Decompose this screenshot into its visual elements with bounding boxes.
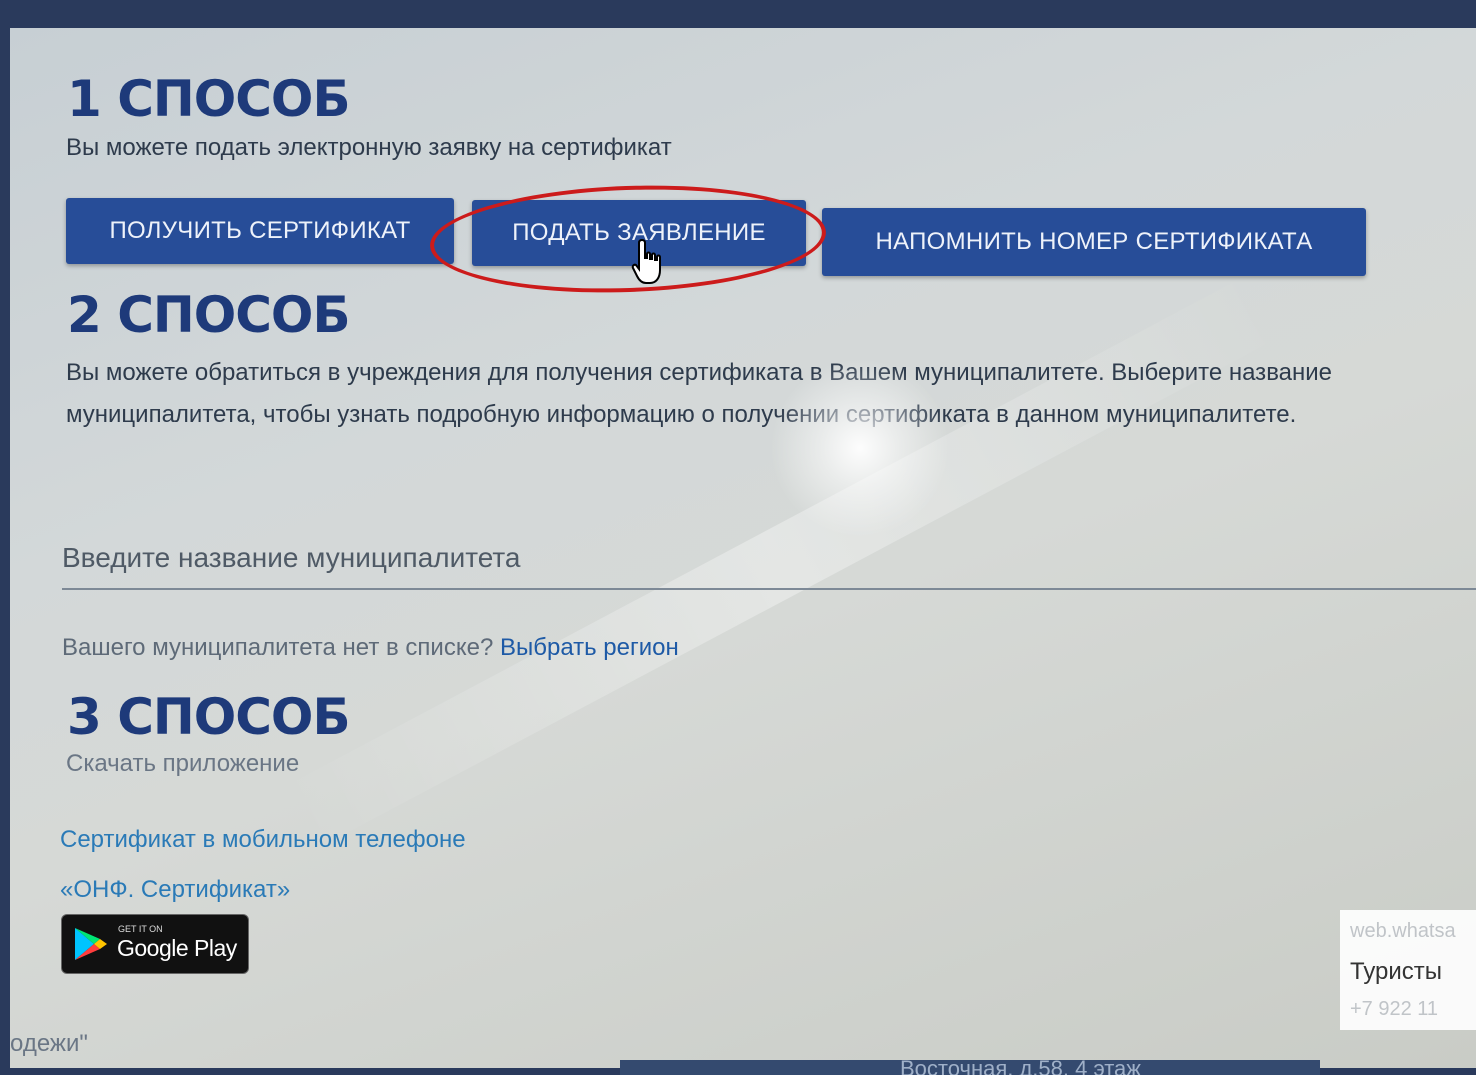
footer-strip: Восточная, д.58, 4 этаж bbox=[620, 1060, 1320, 1075]
chat-popup[interactable]: web.whatsa Туристы +7 922 11 bbox=[1340, 910, 1476, 1030]
red-highlight-circle bbox=[428, 179, 828, 299]
mobile-certificate-link[interactable]: Сертификат в мобильном телефоне bbox=[60, 826, 466, 854]
municipality-search-input[interactable] bbox=[62, 528, 1476, 590]
method-3-title: 3 СПОСОБ bbox=[67, 688, 351, 746]
method-2-description: Вы можете обратиться в учреждения для по… bbox=[66, 359, 1333, 428]
hand-cursor-icon bbox=[631, 238, 661, 284]
chat-phone: +7 922 11 bbox=[1350, 998, 1439, 1020]
google-play-badge[interactable]: GET IT ON Google Play bbox=[61, 914, 249, 974]
google-play-icon bbox=[75, 928, 107, 960]
chat-domain: web.whatsa bbox=[1350, 920, 1456, 942]
municipality-missing-line: Вашего муниципалитета нет в списке? Выбр… bbox=[62, 634, 679, 662]
footer-left-text: одежи" bbox=[10, 1030, 88, 1057]
chat-name: Туристы bbox=[1350, 958, 1443, 985]
method-2-title: 2 СПОСОБ bbox=[67, 286, 351, 344]
method-1-description: Вы можете подать электронную заявку на с… bbox=[66, 134, 672, 161]
choose-region-link[interactable]: Выбрать регион bbox=[500, 634, 679, 661]
method-3-description: Скачать приложение bbox=[66, 750, 300, 777]
badge-small-text: GET IT ON bbox=[118, 924, 163, 934]
remind-certificate-number-button[interactable]: НАПОМНИТЬ НОМЕР СЕРТИФИКАТА bbox=[822, 208, 1366, 276]
app-name-link[interactable]: «ОНФ. Сертификат» bbox=[60, 876, 290, 904]
method-1-title: 1 СПОСОБ bbox=[67, 70, 351, 128]
screen: 1 СПОСОБ Вы можете подать электронную за… bbox=[10, 28, 1476, 1068]
municipality-missing-text: Вашего муниципалитета нет в списке? bbox=[62, 634, 494, 661]
badge-big-text: Google Play bbox=[117, 935, 237, 961]
footer-address: Восточная, д.58, 4 этаж bbox=[900, 1060, 1141, 1075]
get-certificate-button[interactable]: ПОЛУЧИТЬ СЕРТИФИКАТ bbox=[66, 198, 454, 264]
